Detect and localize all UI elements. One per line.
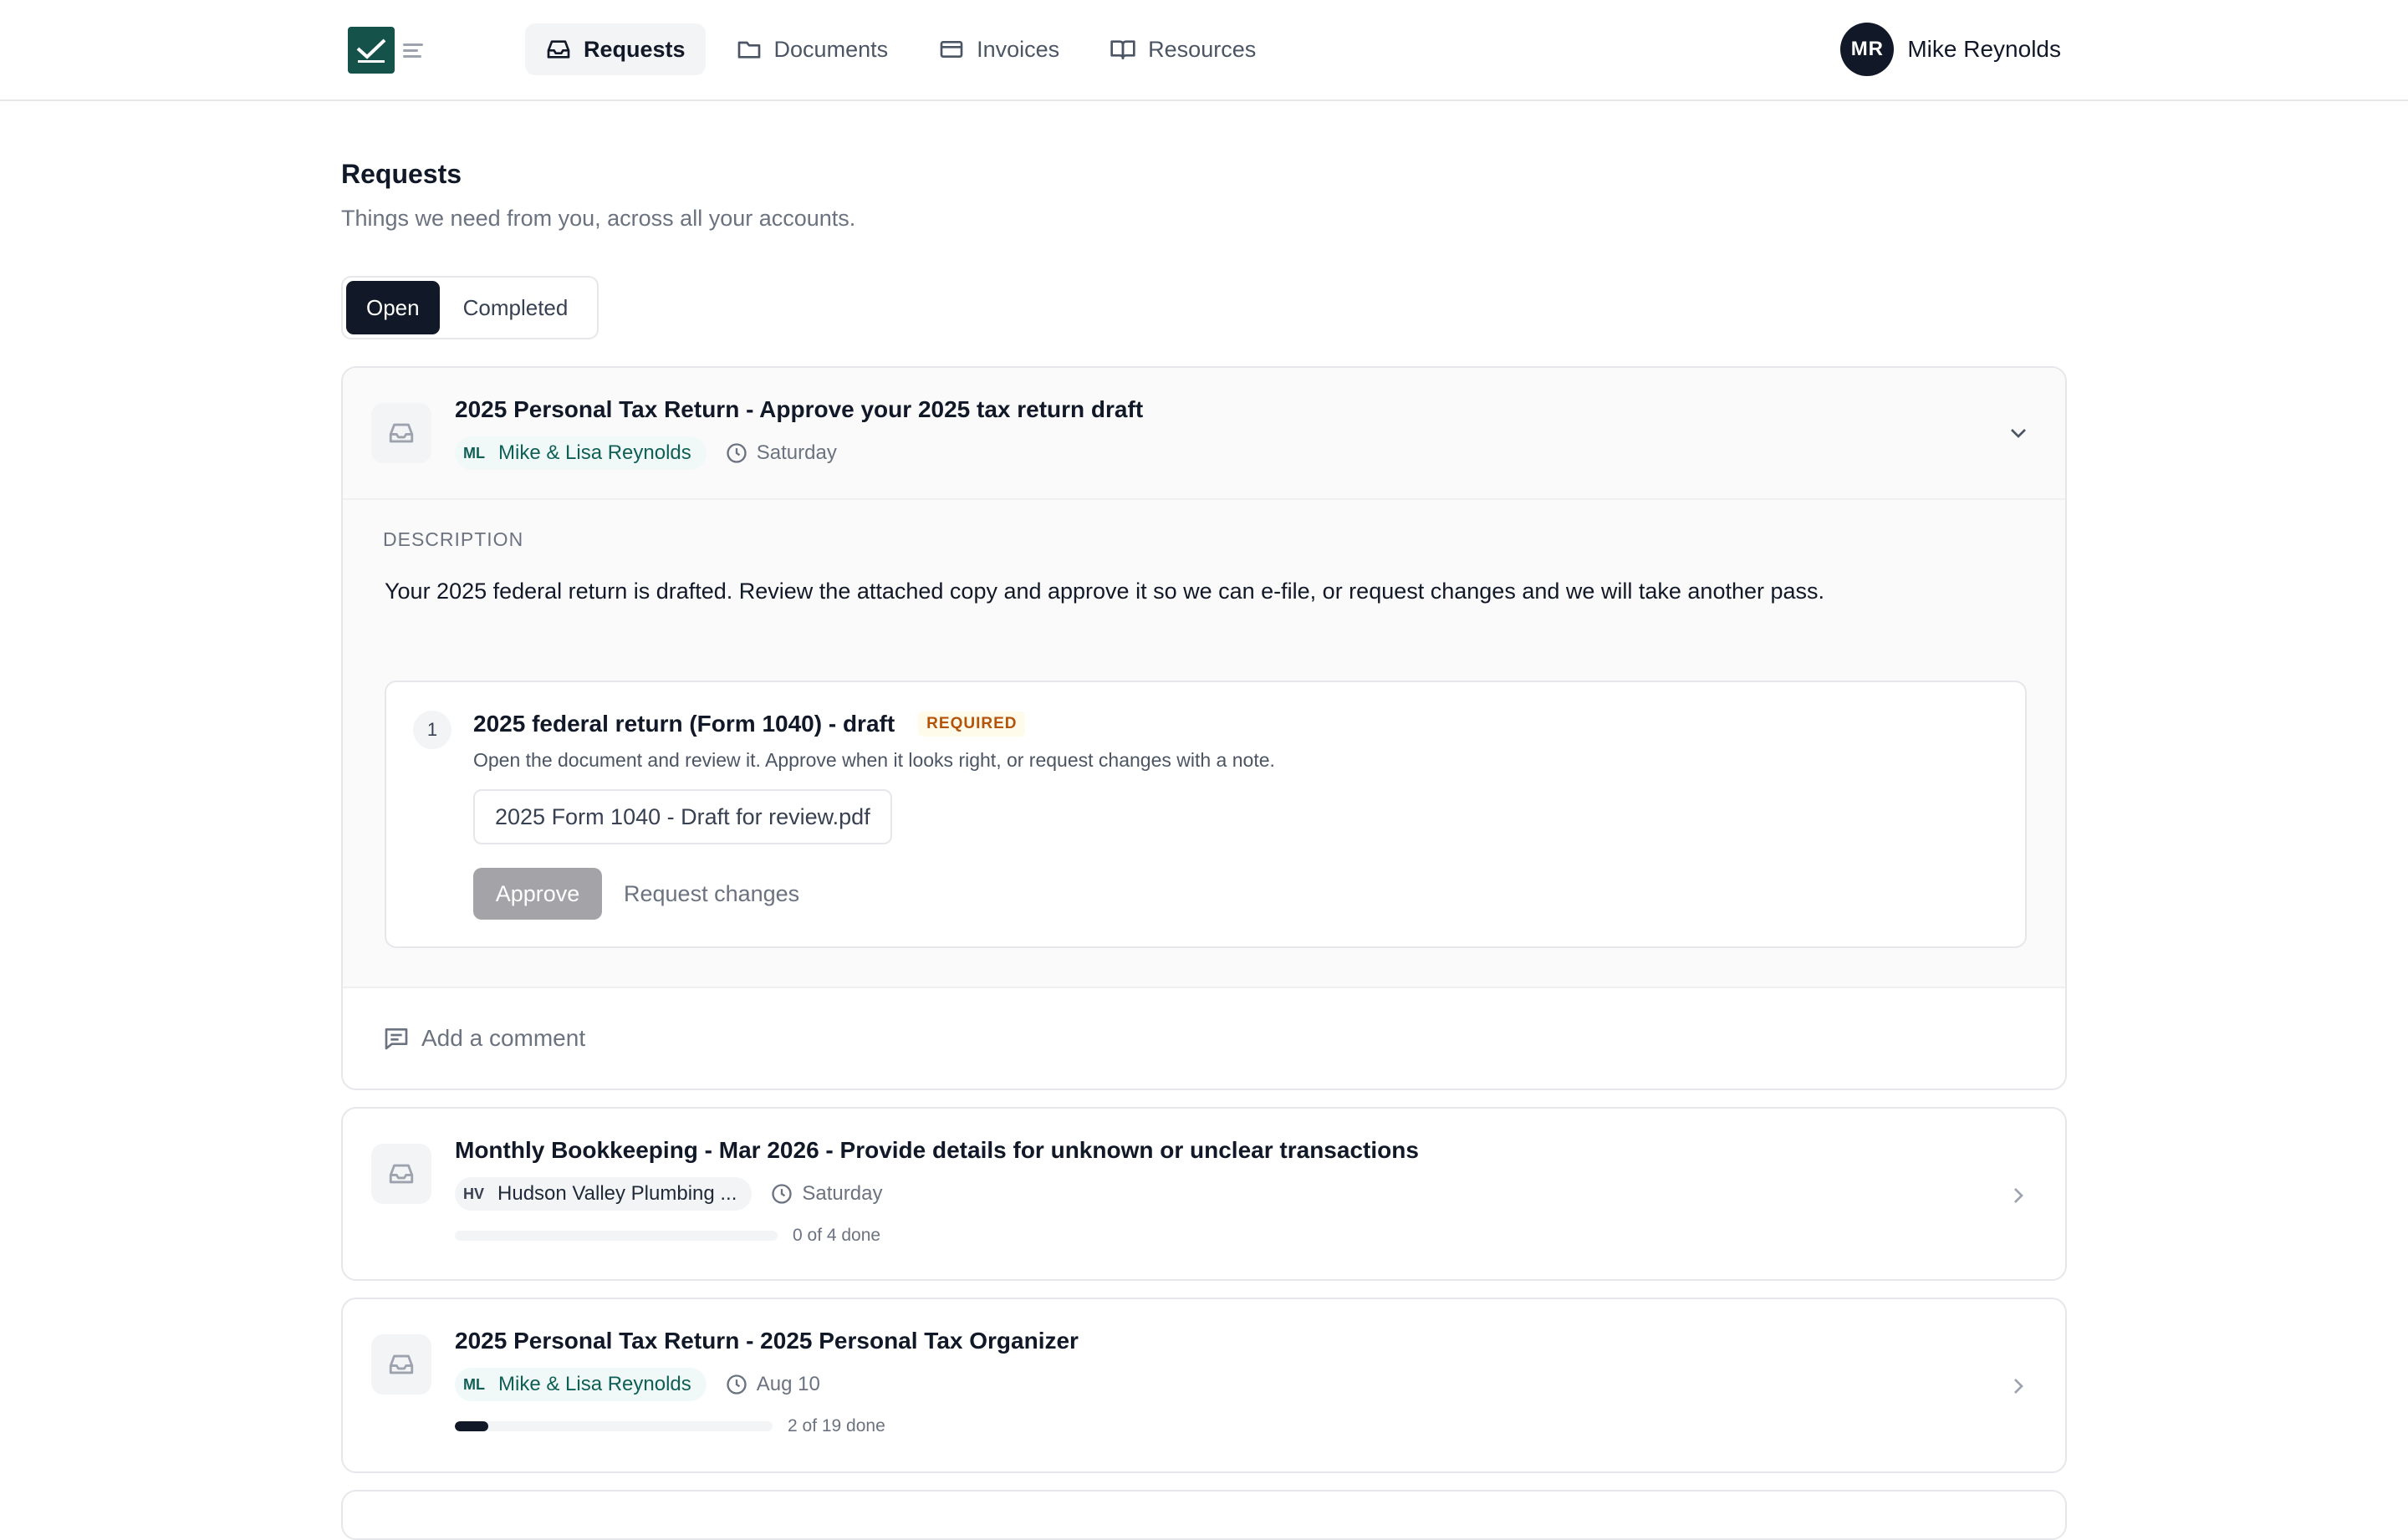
item-title-row: 2025 federal return (Form 1040) - draft … — [473, 711, 1026, 737]
user-name: Mike Reynolds — [1907, 36, 2061, 62]
approve-button[interactable]: Approve — [473, 868, 602, 920]
item-instructions: Open the document and review it. Approve… — [473, 749, 1275, 771]
chevron-right-icon — [2014, 1379, 2023, 1394]
account-initials: ML — [463, 1375, 485, 1393]
progress-text: 0 of 4 done — [793, 1226, 881, 1245]
request-title: Monthly Bookkeeping - Mar 2026 - Provide… — [455, 1137, 1419, 1163]
clock-icon — [727, 1374, 747, 1395]
account-chip: ML Mike & Lisa Reynolds — [455, 1368, 707, 1401]
chevron-right-icon — [2014, 1188, 2023, 1203]
request-card[interactable]: Monthly Bookkeeping - Mar 2026 - Provide… — [341, 1107, 2067, 1281]
top-navigation-bar: Requests Documents Invoices Resources MR… — [0, 0, 2408, 101]
due-date: Saturday — [725, 441, 837, 465]
chevron-down-icon[interactable] — [2005, 420, 2032, 446]
due-date-text: Saturday — [802, 1182, 883, 1205]
due-date-text: Saturday — [756, 441, 837, 464]
nav-requests[interactable]: Requests — [525, 23, 706, 75]
account-name: Mike & Lisa Reynolds — [498, 1373, 691, 1395]
request-meta: ML Mike & Lisa Reynolds Aug 10 — [455, 1368, 820, 1401]
request-item: 1 2025 federal return (Form 1040) - draf… — [385, 681, 2027, 948]
tab-open[interactable]: Open — [346, 281, 440, 334]
inbox-icon — [371, 1334, 431, 1395]
avatar: MR — [1840, 23, 1895, 76]
account-initials: ML — [463, 444, 485, 461]
nav-resources[interactable]: Resources — [1089, 23, 1276, 75]
credit-card-icon — [940, 41, 963, 58]
progress-fill — [455, 1421, 488, 1431]
book-open-icon — [1110, 40, 1135, 59]
request-meta: ML Mike & Lisa Reynolds Saturday — [455, 436, 837, 470]
account-name: Hudson Valley Plumbing ... — [497, 1182, 737, 1205]
request-changes-button[interactable]: Request changes — [624, 868, 799, 920]
due-date: Aug 10 — [725, 1373, 820, 1396]
tab-completed[interactable]: Completed — [443, 281, 589, 334]
comment-icon — [385, 1028, 408, 1050]
account-chip: HV Hudson Valley Plumbing ... — [455, 1177, 752, 1211]
request-card: 2025 Personal Tax Return - Approve your … — [341, 366, 2067, 1090]
add-comment-button[interactable]: Add a comment — [343, 987, 2065, 1089]
account-chip: ML Mike & Lisa Reynolds — [455, 436, 707, 470]
request-card[interactable] — [341, 1490, 2067, 1540]
request-card-header[interactable]: Monthly Bookkeeping - Mar 2026 - Provide… — [343, 1109, 2065, 1279]
clock-icon — [772, 1184, 793, 1204]
logo-wordmark — [403, 43, 425, 58]
progress-row: 2 of 19 done — [455, 1416, 885, 1436]
request-card[interactable]: 2025 Personal Tax Return - 2025 Personal… — [341, 1298, 2067, 1473]
add-comment-label: Add a comment — [421, 1025, 586, 1051]
progress-row: 0 of 4 done — [455, 1226, 880, 1246]
inbox-icon — [371, 1144, 431, 1204]
request-title: 2025 Personal Tax Return - 2025 Personal… — [455, 1328, 1079, 1354]
nav-invoices[interactable]: Invoices — [918, 23, 1079, 75]
progress-bar — [455, 1421, 773, 1431]
folder-icon — [737, 41, 760, 59]
account-name: Mike & Lisa Reynolds — [498, 441, 691, 464]
item-title: 2025 federal return (Form 1040) - draft — [473, 711, 895, 737]
nav-invoices-label: Invoices — [977, 36, 1060, 62]
nav-documents-label: Documents — [773, 36, 889, 62]
inbox-icon — [371, 403, 431, 463]
required-badge: REQUIRED — [918, 711, 1026, 737]
user-menu[interactable]: MR Mike Reynolds — [1840, 23, 2061, 76]
status-tabs: Open Completed — [341, 276, 599, 339]
request-card-body: DESCRIPTION Your 2025 federal return is … — [343, 498, 2065, 987]
checkmark-logo-icon — [348, 27, 395, 74]
progress-text: 2 of 19 done — [788, 1416, 885, 1435]
due-date-text: Aug 10 — [756, 1373, 820, 1395]
request-title: 2025 Personal Tax Return - Approve your … — [455, 396, 1144, 422]
nav-documents[interactable]: Documents — [716, 23, 909, 75]
clock-icon — [727, 443, 747, 463]
progress-bar — [455, 1231, 778, 1241]
request-card-header[interactable]: 2025 Personal Tax Return - Approve your … — [343, 368, 2065, 498]
page-title: Requests — [341, 159, 462, 189]
request-meta: HV Hudson Valley Plumbing ... Saturday — [455, 1177, 882, 1211]
company-logo[interactable] — [348, 27, 426, 74]
attached-file-link[interactable]: 2025 Form 1040 - Draft for review.pdf — [473, 789, 892, 844]
due-date: Saturday — [770, 1182, 882, 1206]
main-nav: Requests Documents Invoices Resources — [525, 23, 1276, 75]
nav-resources-label: Resources — [1148, 36, 1257, 62]
inbox-icon — [547, 40, 570, 59]
description-text: Your 2025 federal return is drafted. Rev… — [385, 579, 1825, 604]
account-initials: HV — [463, 1185, 485, 1202]
page-subtitle: Things we need from you, across all your… — [341, 206, 856, 231]
request-card-header[interactable]: 2025 Personal Tax Return - 2025 Personal… — [343, 1299, 2065, 1471]
nav-requests-label: Requests — [584, 36, 686, 62]
description-label: DESCRIPTION — [383, 528, 524, 550]
item-number: 1 — [413, 711, 452, 749]
